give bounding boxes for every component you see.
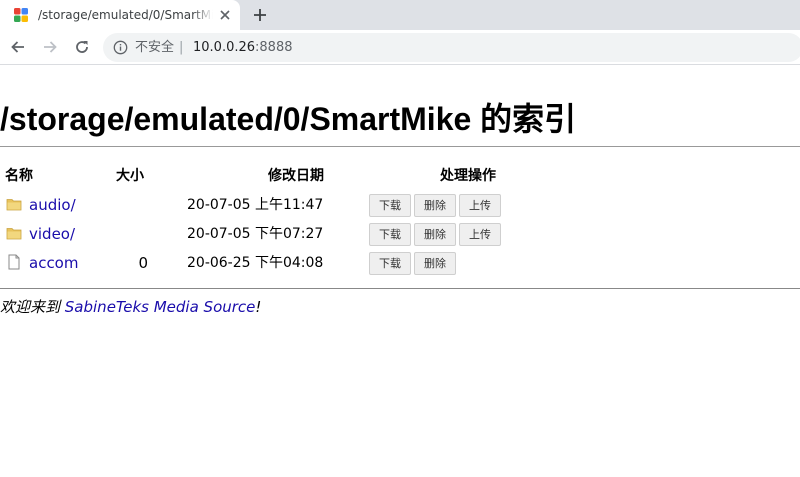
entry-modified: 20-07-05 下午07:27 bbox=[187, 226, 324, 242]
divider-bottom bbox=[0, 288, 800, 289]
app-favicon-icon bbox=[14, 8, 28, 22]
entry-modified: 20-07-05 上午11:47 bbox=[187, 197, 324, 213]
delete-button[interactable]: 删除 bbox=[414, 252, 456, 275]
active-tab[interactable]: /storage/emulated/0/SmartMike bbox=[0, 0, 240, 30]
table-row: accom 0 20-06-25 下午04:08 下载 删除 bbox=[0, 252, 800, 278]
file-icon bbox=[8, 254, 20, 270]
column-header-modified: 修改日期 bbox=[268, 168, 324, 184]
plus-icon[interactable] bbox=[252, 7, 268, 23]
table-row: audio/ 20-07-05 上午11:47 下载 删除 上传 bbox=[0, 194, 800, 220]
entry-size: 0 bbox=[138, 254, 148, 272]
entry-link[interactable]: audio/ bbox=[29, 196, 76, 215]
entry-link[interactable]: accom bbox=[29, 254, 78, 273]
folder-icon bbox=[6, 199, 22, 211]
footer-text: 欢迎来到 SabineTeks Media Source! bbox=[0, 298, 261, 317]
folder-icon bbox=[6, 228, 22, 240]
close-icon[interactable] bbox=[218, 8, 232, 22]
divider-top bbox=[0, 146, 800, 147]
tab-strip: /storage/emulated/0/SmartMike bbox=[0, 0, 800, 30]
footer-brand: SabineTeks Media Source bbox=[64, 298, 256, 316]
footer-prefix: 欢迎来到 bbox=[0, 298, 65, 316]
upload-button[interactable]: 上传 bbox=[459, 223, 501, 246]
delete-button[interactable]: 删除 bbox=[414, 223, 456, 246]
download-button[interactable]: 下载 bbox=[369, 194, 411, 217]
browser-toolbar: 不安全 | 10.0.0.26:8888 bbox=[0, 30, 800, 65]
page-title: /storage/emulated/0/SmartMike 的索引 bbox=[0, 101, 577, 137]
download-button[interactable]: 下载 bbox=[369, 223, 411, 246]
reload-icon[interactable] bbox=[73, 38, 91, 56]
download-button[interactable]: 下载 bbox=[369, 252, 411, 275]
url-host: 10.0.0.26 bbox=[193, 40, 256, 55]
table-row: video/ 20-07-05 下午07:27 下载 删除 上传 bbox=[0, 223, 800, 249]
entry-modified: 20-06-25 下午04:08 bbox=[187, 255, 324, 271]
entry-link[interactable]: video/ bbox=[29, 225, 75, 244]
info-icon[interactable] bbox=[113, 40, 128, 55]
footer-suffix: ! bbox=[255, 298, 262, 316]
upload-button[interactable]: 上传 bbox=[459, 194, 501, 217]
url-port: :8888 bbox=[255, 40, 293, 55]
arrow-left-icon[interactable] bbox=[9, 38, 27, 56]
url-separator: | bbox=[179, 40, 184, 55]
column-header-actions: 处理操作 bbox=[440, 168, 496, 184]
arrow-right-icon[interactable] bbox=[41, 38, 59, 56]
column-header-size: 大小 bbox=[116, 168, 144, 184]
column-header-name: 名称 bbox=[5, 168, 33, 184]
url-text[interactable]: 10.0.0.26:8888 bbox=[193, 39, 293, 56]
security-status: 不安全 bbox=[135, 40, 175, 55]
address-bar[interactable]: 不安全 | 10.0.0.26:8888 bbox=[103, 33, 800, 62]
tab-title: /storage/emulated/0/SmartMike bbox=[38, 8, 213, 22]
delete-button[interactable]: 删除 bbox=[414, 194, 456, 217]
